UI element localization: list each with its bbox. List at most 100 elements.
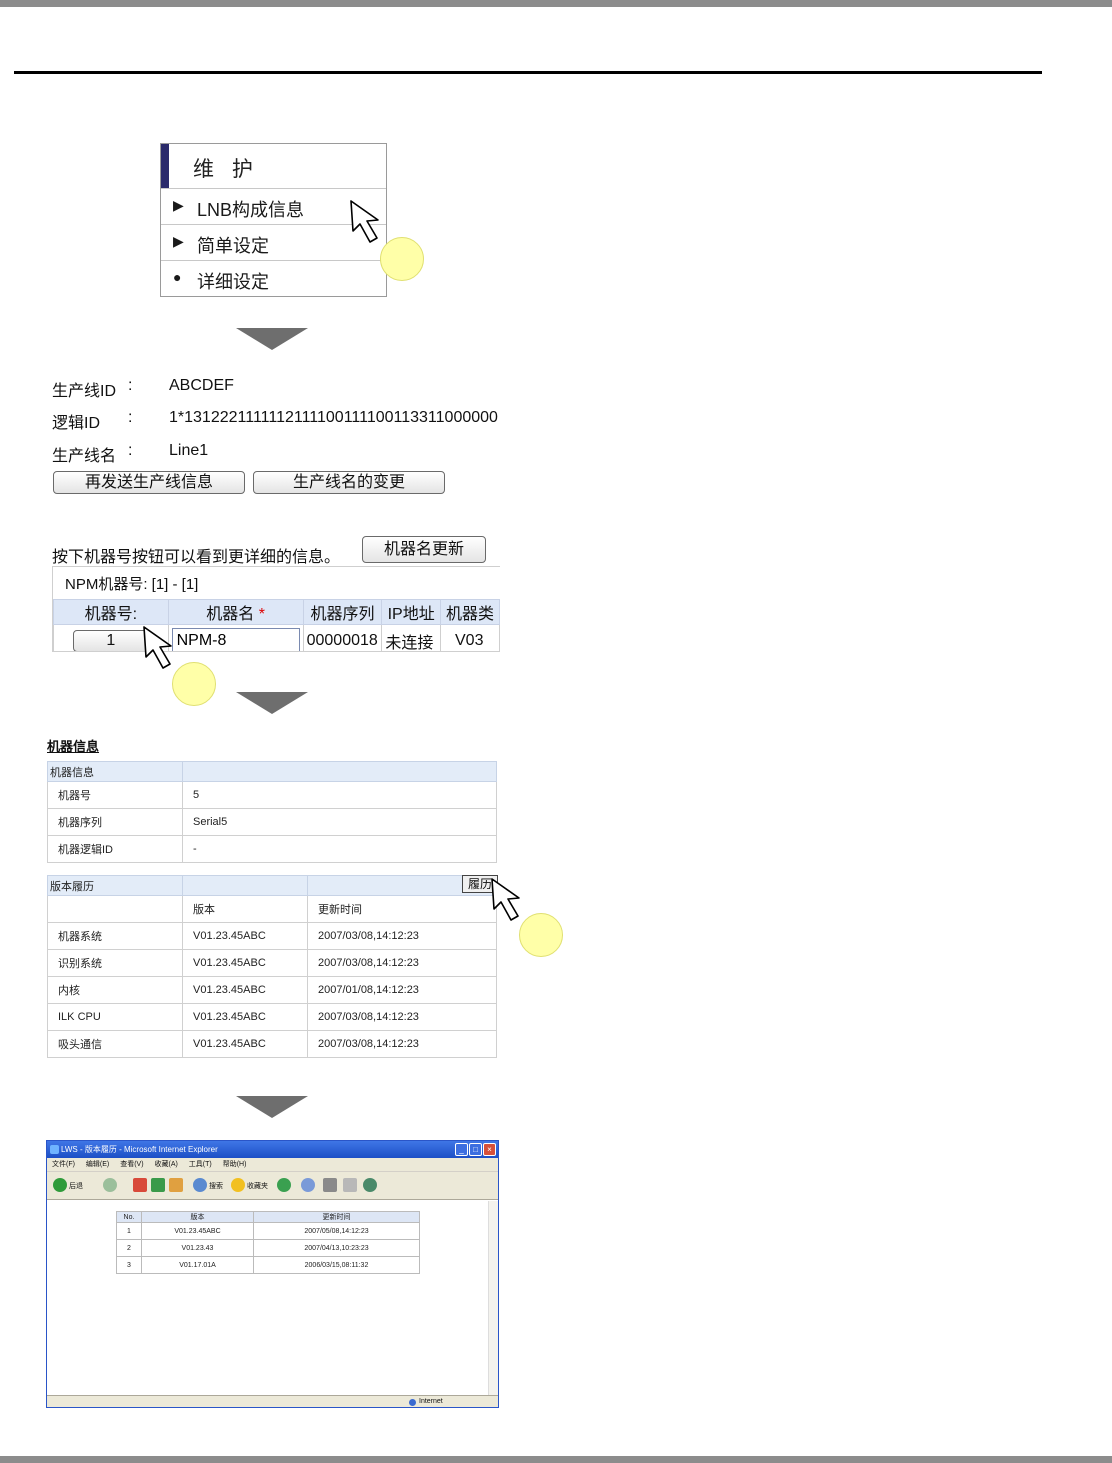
mail-icon[interactable] [301,1178,315,1192]
npm-machine-table: 机器号: 机器名 * 机器序列 IP地址 机器类 1 00000018 未连接 … [53,599,500,651]
line-id-label: 生产线ID [52,383,117,400]
back-icon[interactable] [53,1178,67,1192]
updated-cell: 2007/03/08,14:12:23 [307,1003,497,1031]
machine-info-table: 机器信息 机器号 5 机器序列 Serial5 机器逻辑ID - [47,761,497,863]
info-value-cell: 5 [182,781,497,809]
version-cell: V01.23.45ABC [182,949,308,977]
table-row: 识别系统 V01.23.45ABC 2007/03/08,14:12:23 [47,949,497,977]
ie-toolbar: 后退 搜索 收藏夹 [47,1172,498,1200]
search-label[interactable]: 搜索 [209,1181,223,1191]
line-name-value: Line1 [169,442,209,459]
line-id-value: ABCDEF [169,377,234,394]
header-rule [14,71,1042,74]
col-version: 版本 [182,895,308,923]
menu-item-detail-settings[interactable]: ● 详细设定 [161,261,386,297]
favorites-star-icon[interactable] [231,1178,245,1192]
ie-status-bar: Internet [47,1395,498,1407]
change-line-name-button[interactable]: 生产线名的变更 [253,471,445,494]
history-table: No. 版本 更新时间 1 V01.23.45ABC 2007/05/08,14… [116,1211,420,1274]
status-zone-label: Internet [419,1398,443,1405]
machine-name-input[interactable] [171,628,300,651]
line-id-separator: : [128,377,133,394]
pointer-cursor-icon [143,626,172,669]
maximize-icon[interactable]: □ [469,1143,482,1156]
close-icon[interactable]: × [483,1143,496,1156]
flow-arrow-icon [236,1096,308,1118]
forward-icon[interactable] [103,1178,117,1192]
stop-icon[interactable] [133,1178,147,1192]
update-machine-name-button[interactable]: 机器名更新 [362,536,486,563]
col-machine-number: 机器号: [53,599,169,625]
machine-info-title: 机器信息 [47,739,100,754]
col-ip-address: IP地址 [381,599,441,625]
menu-help[interactable]: 帮助(H) [223,1161,247,1168]
pointer-cursor-icon [491,878,520,921]
npm-range-label: NPM机器号: [1] - [1] [65,576,199,593]
col-updated: 更新时间 [307,895,497,923]
search-icon[interactable] [193,1178,207,1192]
minimize-icon[interactable]: _ [455,1143,468,1156]
ie-page-content: No. 版本 更新时间 1 V01.23.45ABC 2007/05/08,14… [47,1201,488,1395]
history-updated-cell: 2007/05/08,14:12:23 [253,1222,420,1240]
back-label[interactable]: 后退 [69,1181,83,1191]
col-version: 版本 [141,1211,254,1223]
col-machine-type: 机器类 [440,599,500,625]
table-row: 1 00000018 未连接 V03 [53,624,500,651]
vertical-scrollbar[interactable] [488,1201,498,1395]
triangle-bullet-icon: ▶ [173,233,184,249]
menu-title: 维 护 [193,158,259,181]
edit-icon[interactable] [343,1178,357,1192]
print-icon[interactable] [323,1178,337,1192]
messenger-icon[interactable] [363,1178,377,1192]
info-value-cell: Serial5 [182,808,497,836]
table-row: 版本 更新时间 [47,895,497,923]
home-icon[interactable] [169,1178,183,1192]
machine-name-cell [167,624,304,651]
machine-number-button[interactable]: 1 [72,630,149,651]
history-version-cell: V01.17.01A [141,1256,254,1274]
menu-view[interactable]: 查看(V) [120,1161,143,1168]
table-row: ILK CPU V01.23.45ABC 2007/03/08,14:12:23 [47,1003,497,1031]
menu-tools[interactable]: 工具(T) [189,1161,212,1168]
col-machine-serial: 机器序列 [302,599,383,625]
version-history-table: 版本履历 版本 更新时间 机器系统 V01.23.45ABC 2007/03/0… [47,875,497,1058]
refresh-icon[interactable] [151,1178,165,1192]
table-row: 3 V01.17.01A 2006/03/15,08:11:32 [116,1256,420,1274]
line-name-separator: : [128,442,133,459]
resend-line-info-button[interactable]: 再发送生产线信息 [53,471,245,494]
history-updated-cell: 2006/03/15,08:11:32 [253,1256,420,1274]
table-row: 机器逻辑ID - [47,835,497,863]
menu-file[interactable]: 文件(F) [52,1161,75,1168]
menu-item-label: LNB构成信息 [197,200,305,220]
version-cell: V01.23.45ABC [182,1003,308,1031]
info-label-cell: 机器序列 [47,808,183,836]
col-machine-name: 机器名 * [167,599,304,625]
dot-bullet-icon: ● [173,269,182,285]
table-row: 吸头通信 V01.23.45ABC 2007/03/08,14:12:23 [47,1030,497,1058]
flow-arrow-icon [236,692,308,714]
triangle-bullet-icon: ▶ [173,197,184,213]
version-history-header: 版本履历 [47,875,183,896]
line-name-label: 生产线名 [52,448,117,465]
version-cell: V01.23.45ABC [182,1030,308,1058]
ie-menu-bar: 文件(F) 编辑(E) 查看(V) 收藏(A) 工具(T) 帮助(H) [47,1158,498,1172]
table-row: 机器号 5 [47,781,497,809]
logic-id-value: 1*1312221111112111100111100113311000000 [169,409,498,426]
machine-hint-text: 按下机器号按钮可以看到更详细的信息。 [52,549,341,566]
required-mark: * [258,606,265,623]
updated-cell: 2007/03/08,14:12:23 [307,922,497,950]
menu-edit[interactable]: 编辑(E) [86,1161,109,1168]
history-version-cell: V01.23.43 [141,1239,254,1257]
component-cell: 内核 [47,976,183,1004]
internet-zone-icon [409,1399,416,1406]
ie-logo-icon [50,1145,59,1154]
component-cell: ILK CPU [47,1003,183,1031]
menu-favorites[interactable]: 收藏(A) [155,1161,178,1168]
favorites-label[interactable]: 收藏夹 [247,1181,268,1191]
col-blank [47,895,183,923]
history-icon[interactable] [277,1178,291,1192]
menu-item-label: 简单设定 [197,236,269,256]
menu-item-label: 详细设定 [197,272,269,292]
info-label-cell: 机器逻辑ID [47,835,183,863]
history-updated-cell: 2007/04/13,10:23:23 [253,1239,420,1257]
